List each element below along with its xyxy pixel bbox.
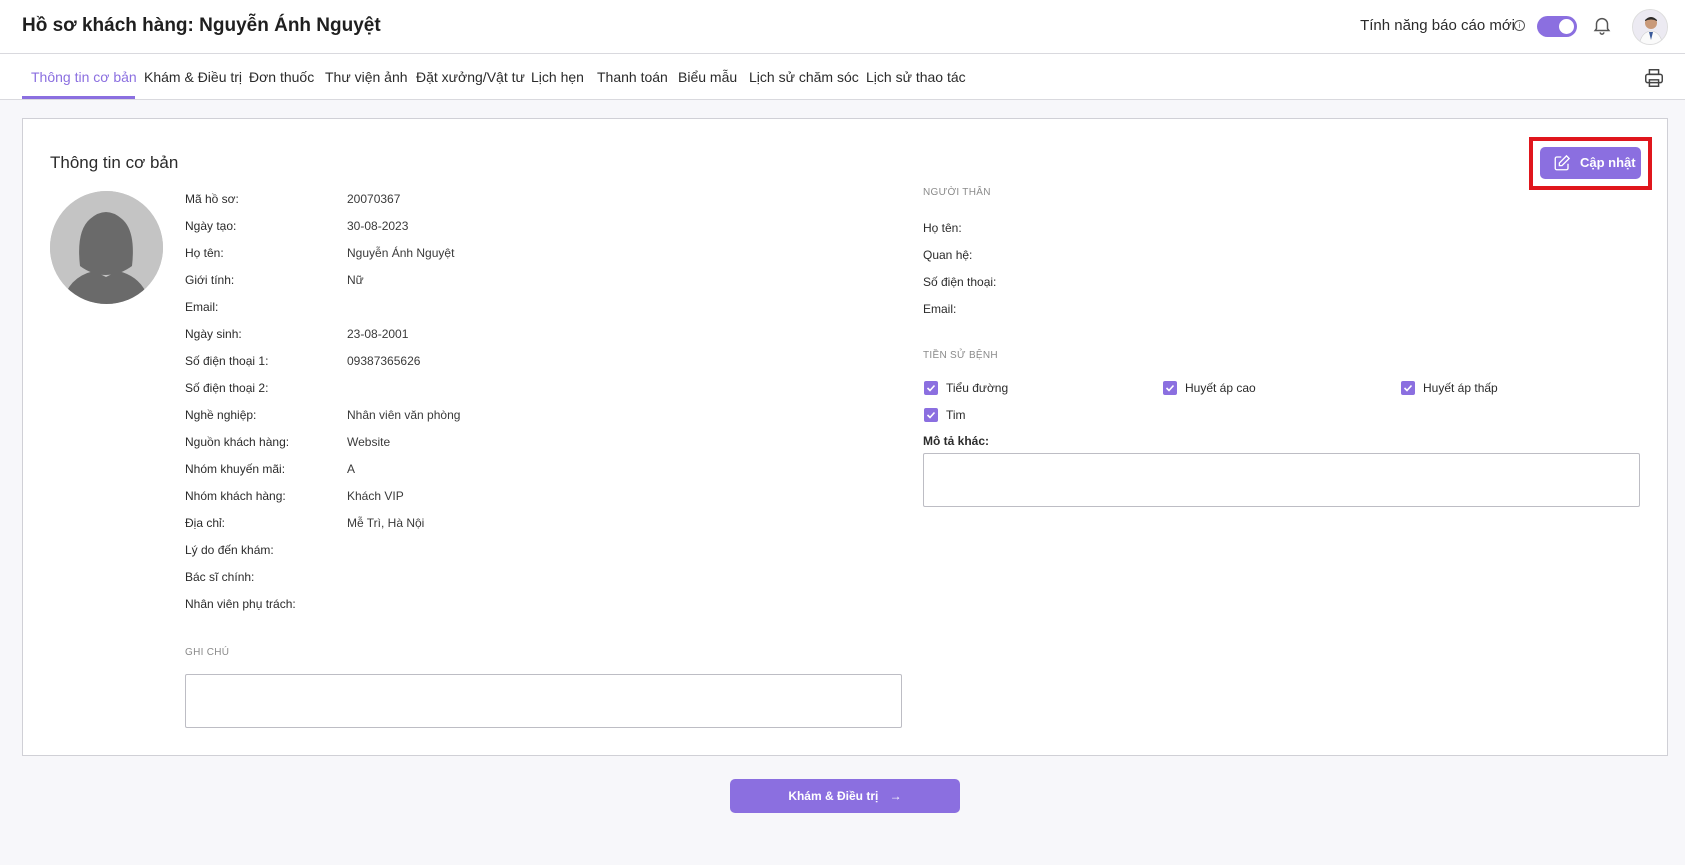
tab-payment[interactable]: Thanh toán	[597, 69, 668, 85]
page-title: Hồ sơ khách hàng: Nguyễn Ánh Nguyệt	[22, 15, 381, 36]
active-tab-indicator	[22, 96, 135, 99]
field-value-record-id: 20070367	[347, 192, 401, 206]
field-label-staff-in-charge: Nhân viên phụ trách:	[185, 597, 296, 611]
bell-icon[interactable]	[1591, 14, 1613, 36]
basic-info-card: Thông tin cơ bản Cập nhật Mã hồ sơ: 2007…	[22, 118, 1668, 756]
tab-forms[interactable]: Biểu mẫu	[678, 69, 737, 85]
update-button-label: Cập nhật	[1580, 155, 1636, 170]
field-label-visit-reason: Lý do đến khám:	[185, 543, 274, 557]
field-value-promo-group: A	[347, 462, 356, 476]
tab-basic-info[interactable]: Thông tin cơ bản	[31, 69, 137, 85]
field-value-phone-1: 09387365626	[347, 354, 421, 368]
update-button[interactable]: Cập nhật	[1540, 147, 1641, 179]
field-value-address: Mễ Trì, Hà Nội	[347, 516, 425, 530]
checkbox-heart-label: Tim	[946, 408, 966, 422]
field-label-full-name: Họ tên:	[185, 246, 224, 260]
relatives-section-label: NGƯỜI THÂN	[923, 187, 991, 198]
other-description-label: Mô tả khác:	[923, 434, 990, 448]
field-label-promo-group: Nhóm khuyến mãi:	[185, 462, 286, 476]
relative-name-label: Họ tên:	[923, 221, 962, 235]
tab-photo-library[interactable]: Thư viện ảnh	[325, 69, 408, 85]
field-label-birth-date: Ngày sinh:	[185, 327, 242, 341]
field-value-full-name: Nguyễn Ánh Nguyệt	[347, 246, 455, 260]
info-icon[interactable]: i	[1514, 20, 1525, 31]
field-label-main-doctor: Bác sĩ chính:	[185, 570, 255, 584]
field-label-address: Địa chỉ:	[185, 516, 226, 530]
relative-relation-label: Quan hệ:	[923, 248, 973, 262]
next-button-label: Khám & Điều trị	[788, 789, 879, 803]
field-label-customer-source: Nguồn khách hàng:	[185, 435, 290, 449]
notes-section-label: GHI CHÚ	[185, 647, 230, 658]
field-label-customer-group: Nhóm khách hàng:	[185, 489, 286, 503]
user-avatar[interactable]	[1632, 9, 1668, 45]
field-label-phone-2: Số điện thoại 2:	[185, 381, 269, 395]
checkbox-heart[interactable]	[924, 408, 938, 422]
field-value-occupation: Nhân viên văn phòng	[347, 408, 461, 422]
tab-workshop-supplies[interactable]: Đặt xưởng/Vật tư	[416, 69, 525, 85]
arrow-right-icon: →	[889, 789, 902, 803]
relative-email-label: Email:	[923, 302, 957, 316]
checkbox-high-blood-pressure-label: Huyết áp cao	[1185, 381, 1256, 395]
female-avatar-icon	[50, 191, 163, 304]
field-value-created-date: 30-08-2023	[347, 219, 409, 233]
field-value-gender: Nữ	[347, 273, 364, 287]
relative-phone-label: Số điện thoại:	[923, 275, 997, 289]
tab-care-history[interactable]: Lịch sử chăm sóc	[749, 69, 859, 85]
field-label-email: Email:	[185, 300, 219, 314]
other-description-textarea[interactable]	[923, 453, 1640, 507]
checkbox-low-blood-pressure[interactable]	[1401, 381, 1415, 395]
toggle-knob	[1559, 19, 1574, 34]
field-value-customer-source: Website	[347, 435, 391, 449]
print-icon[interactable]	[1643, 67, 1665, 89]
next-exam-treatment-button[interactable]: Khám & Điều trị →	[730, 779, 960, 813]
field-label-record-id: Mã hồ sơ:	[185, 192, 239, 206]
field-label-phone-1: Số điện thoại 1:	[185, 354, 269, 368]
field-label-created-date: Ngày tạo:	[185, 219, 237, 233]
field-value-customer-group: Khách VIP	[347, 489, 404, 503]
customer-avatar[interactable]	[50, 191, 163, 304]
checkbox-diabetes-label: Tiểu đường	[946, 381, 1009, 395]
top-header: Hồ sơ khách hàng: Nguyễn Ánh Nguyệt Tính…	[0, 0, 1685, 54]
notes-textarea[interactable]	[185, 674, 902, 728]
card-title: Thông tin cơ bản	[50, 153, 179, 172]
report-toggle-label: Tính năng báo cáo mới	[1360, 17, 1515, 34]
tab-bar: Thông tin cơ bản Khám & Điều trị Đơn thu…	[0, 54, 1685, 100]
field-label-occupation: Nghề nghiệp:	[185, 408, 257, 422]
tab-action-history[interactable]: Lịch sử thao tác	[866, 69, 966, 85]
new-report-toggle[interactable]	[1537, 16, 1577, 37]
tab-prescription[interactable]: Đơn thuốc	[249, 69, 314, 85]
field-value-birth-date: 23-08-2001	[347, 327, 409, 341]
tab-appointments[interactable]: Lịch hẹn	[531, 69, 584, 85]
field-label-gender: Giới tính:	[185, 273, 235, 287]
checkbox-diabetes[interactable]	[924, 381, 938, 395]
edit-icon	[1554, 154, 1571, 171]
doctor-avatar-icon	[1633, 10, 1667, 44]
tab-exam-treatment[interactable]: Khám & Điều trị	[144, 69, 242, 85]
check-icon	[926, 384, 936, 392]
checkbox-low-blood-pressure-label: Huyết áp thấp	[1423, 381, 1498, 395]
check-icon	[1403, 384, 1413, 392]
check-icon	[1165, 384, 1175, 392]
check-icon	[926, 411, 936, 419]
history-section-label: TIỀN SỬ BỆNH	[923, 350, 998, 361]
checkbox-high-blood-pressure[interactable]	[1163, 381, 1177, 395]
